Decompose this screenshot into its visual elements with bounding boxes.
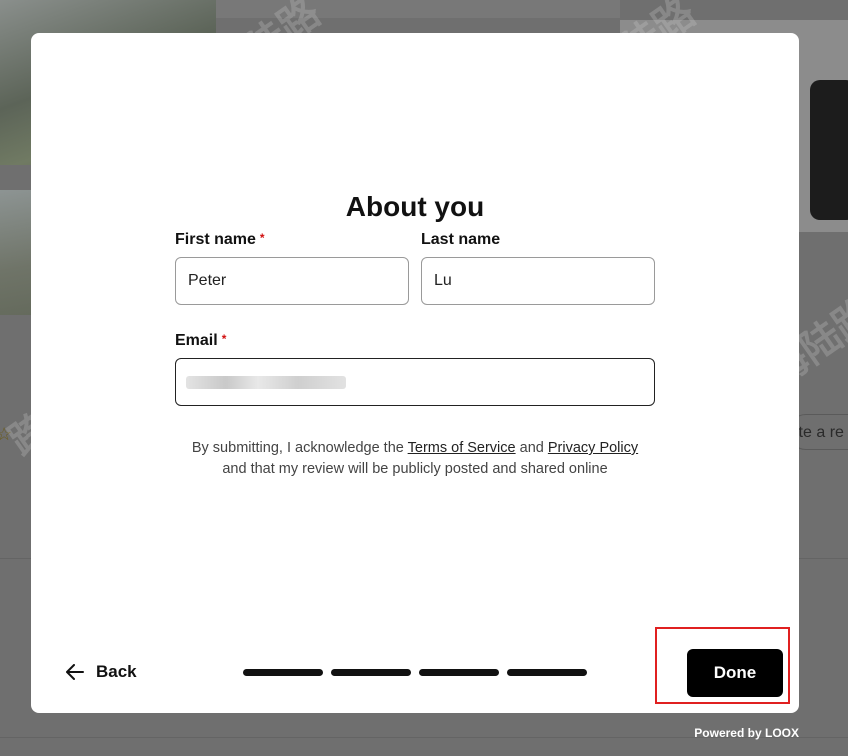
email-label: Email * — [175, 332, 226, 350]
terms-of-service-link[interactable]: Terms of Service — [408, 440, 516, 456]
camera-shape — [810, 80, 848, 220]
first-name-input[interactable] — [176, 258, 408, 304]
done-button[interactable]: Done — [687, 649, 783, 697]
email-field[interactable] — [175, 358, 655, 406]
back-button[interactable]: Back — [66, 659, 137, 685]
background-strip — [216, 0, 620, 18]
about-you-modal: About you First name* Last name Email* B… — [31, 33, 799, 713]
first-name-label-text: First name — [175, 231, 256, 248]
consent-and: and — [519, 440, 544, 456]
powered-by-loox: Powered by LOOX — [694, 726, 799, 740]
consent-prefix: By submitting, I acknowledge the — [191, 440, 404, 456]
email-label-text: Email — [175, 332, 218, 349]
privacy-policy-link[interactable]: Privacy Policy — [548, 440, 638, 456]
arrow-left-icon — [66, 664, 84, 680]
modal-title: About you — [345, 191, 485, 222]
last-name-label-text: Last name — [421, 231, 501, 248]
back-label: Back — [96, 662, 137, 681]
required-mark: * — [259, 231, 265, 245]
progress-indicator — [243, 669, 587, 676]
progress-step — [243, 669, 323, 676]
star-icon: ☆ — [0, 424, 13, 444]
first-name-label: First name * — [175, 231, 265, 249]
progress-step — [331, 669, 411, 676]
last-name-label: Last name — [421, 231, 500, 249]
redacted-email-blur — [186, 376, 346, 389]
consent-suffix: and that my review will be publicly post… — [222, 461, 608, 477]
progress-step — [419, 669, 499, 676]
progress-step — [507, 669, 587, 676]
first-name-field[interactable] — [175, 257, 409, 305]
consent-text: By submitting, I acknowledge the Terms o… — [31, 438, 799, 480]
last-name-input[interactable] — [422, 258, 654, 304]
last-name-field[interactable] — [421, 257, 655, 305]
required-mark: * — [221, 332, 227, 346]
